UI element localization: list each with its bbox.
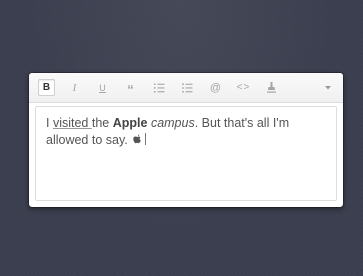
ordered-list-button[interactable] xyxy=(151,79,168,96)
italic-text: campus xyxy=(150,116,195,130)
italic-button[interactable]: I xyxy=(66,79,83,96)
apple-logo-icon xyxy=(133,134,142,144)
code-icon: <> xyxy=(236,82,251,93)
code-button[interactable]: <> xyxy=(235,79,252,96)
unordered-list-button[interactable] xyxy=(179,79,196,96)
quote-icon: “ xyxy=(127,82,134,97)
quote-button[interactable]: “ xyxy=(122,79,139,97)
editor-content-area[interactable]: I visited the Apple campus. But that's a… xyxy=(35,106,337,201)
underline-button[interactable]: U xyxy=(94,79,111,96)
underlined-text: visited xyxy=(52,116,92,130)
clear-format-button[interactable] xyxy=(263,79,280,96)
unordered-list-icon xyxy=(182,82,193,93)
chevron-down-icon xyxy=(324,85,331,89)
italic-icon: I xyxy=(72,81,77,94)
text-segment: the xyxy=(91,116,113,130)
underline-icon: U xyxy=(99,82,106,93)
bold-icon: B xyxy=(42,82,51,93)
editor-toolbar: B I U “ @ <> xyxy=(29,73,343,103)
bold-text: Apple xyxy=(112,116,148,130)
rich-text-editor: B I U “ @ <> I visited the Apple campus.… xyxy=(29,73,343,207)
clear-format-icon xyxy=(267,82,276,93)
link-button[interactable]: @ xyxy=(207,79,224,96)
at-link-icon: @ xyxy=(209,81,222,94)
editor-text[interactable]: I visited the Apple campus. But that's a… xyxy=(46,115,328,149)
text-cursor xyxy=(145,133,147,145)
text-segment: I xyxy=(46,116,53,130)
ordered-list-icon xyxy=(154,83,165,92)
bold-button[interactable]: B xyxy=(38,79,55,96)
more-options-button[interactable] xyxy=(319,79,336,96)
